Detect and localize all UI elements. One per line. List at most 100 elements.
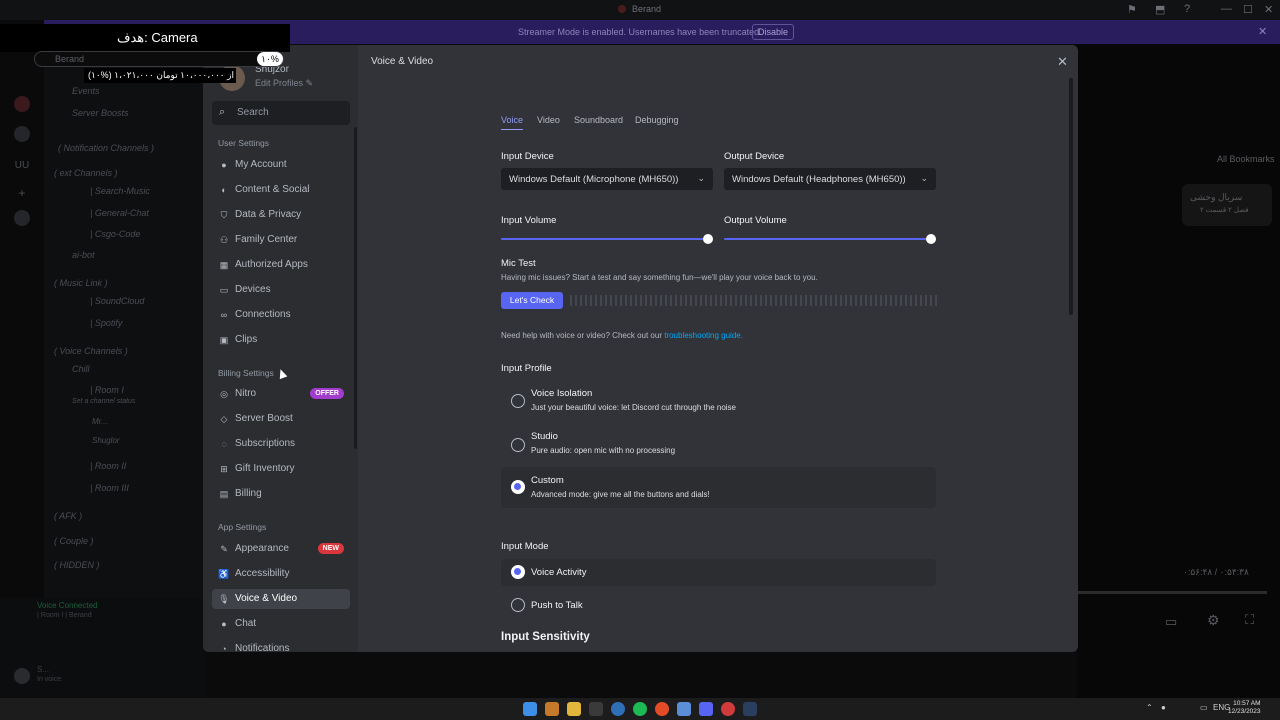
server-icon[interactable]: UU <box>14 158 30 174</box>
server-icon[interactable] <box>14 126 30 142</box>
discord-icon[interactable] <box>699 702 713 716</box>
channel-item[interactable]: | Csgo-Code <box>90 229 140 239</box>
channel-item[interactable]: | Spotify <box>90 318 122 328</box>
channel-item[interactable]: | General-Chat <box>90 208 149 218</box>
sidebar-item-voice-video[interactable]: 🎙 Voice & Video <box>212 589 350 609</box>
input-volume-slider[interactable] <box>501 234 713 244</box>
media-progress[interactable] <box>1077 591 1267 594</box>
channel-item[interactable]: Server Boosts <box>72 108 129 118</box>
sidebar-item-chat[interactable]: ● Chat <box>212 614 350 634</box>
server-icon[interactable] <box>14 96 30 112</box>
dismiss-banner-icon[interactable]: ✕ <box>1258 25 1267 38</box>
sidebar-item-content-social[interactable]: ◐ Content & Social <box>212 180 350 200</box>
sidebar-item-my-account[interactable]: ● My Account <box>212 155 350 175</box>
app-icon[interactable] <box>611 702 625 716</box>
output-volume-slider[interactable] <box>724 234 936 244</box>
radio-button-selected[interactable] <box>511 480 525 494</box>
download-icon[interactable]: ⬒ <box>1155 3 1165 16</box>
edit-profiles-link[interactable]: Edit Profiles ✎ <box>255 78 313 89</box>
sidebar-item-subscriptions[interactable]: ◌ Subscriptions <box>212 434 350 454</box>
maximize-icon[interactable]: ☐ <box>1243 3 1253 16</box>
user-avatar[interactable] <box>14 668 30 684</box>
app-icon[interactable] <box>589 702 603 716</box>
channel-item[interactable]: | SoundCloud <box>90 296 144 306</box>
profile-option-custom[interactable]: Custom Advanced mode: give me all the bu… <box>501 467 936 508</box>
channel-category[interactable]: ( AFK ) <box>54 511 82 521</box>
sidebar-item-devices[interactable]: ▭ Devices <box>212 280 350 300</box>
channel-category[interactable]: ( Music Link ) <box>54 278 108 288</box>
settings-search-input[interactable]: ⌕ Search <box>212 101 350 125</box>
output-device-select[interactable]: Windows Default (Headphones (MH650)) ⌄ <box>724 168 936 190</box>
radio-button[interactable] <box>511 438 525 452</box>
channel-status[interactable]: Set a channel status <box>72 398 135 405</box>
slider-knob[interactable] <box>926 234 936 244</box>
media-card[interactable]: سریال وحشی فصل ۲ قسمت ۲ <box>1182 184 1272 226</box>
sidebar-item-notifications[interactable]: ◔ Notifications <box>212 639 350 652</box>
mic-tray-icon[interactable]: ● <box>1161 703 1166 712</box>
sidebar-item-server-boost[interactable]: ◇ Server Boost <box>212 409 350 429</box>
all-bookmarks[interactable]: All Bookmarks <box>1217 154 1275 164</box>
input-device-select[interactable]: Windows Default (Microphone (MH650)) ⌄ <box>501 168 713 190</box>
steam-icon[interactable] <box>743 702 757 716</box>
sidebar-item-clips[interactable]: ▣ Clips <box>212 330 350 350</box>
channel-category[interactable]: ( Notification Channels ) <box>58 143 154 153</box>
radio-button[interactable] <box>511 394 525 408</box>
lets-check-button[interactable]: Let's Check <box>501 292 563 309</box>
profile-option-voice-isolation[interactable]: Voice Isolation Just your beautiful voic… <box>501 381 936 421</box>
close-icon[interactable]: ✕ <box>1057 54 1068 70</box>
app-icon[interactable] <box>721 702 735 716</box>
sidebar-item-nitro[interactable]: ◎ Nitro OFFER <box>212 384 350 404</box>
chevron-up-icon[interactable]: ⌃ <box>1146 703 1153 712</box>
sidebar-scrollbar[interactable] <box>354 127 357 449</box>
sidebar-item-data-privacy[interactable]: ⛉ Data & Privacy <box>212 205 350 225</box>
channel-category[interactable]: ( Voice Channels ) <box>54 346 128 356</box>
add-server-icon[interactable]: + <box>14 185 30 201</box>
file-explorer-icon[interactable] <box>567 702 581 716</box>
sidebar-item-appearance[interactable]: ✎ Appearance NEW <box>212 539 350 559</box>
voice-channel[interactable]: | Room I <box>90 385 124 395</box>
channel-item[interactable]: | Search-Music <box>90 186 150 196</box>
radio-button[interactable] <box>511 598 525 612</box>
slider-knob[interactable] <box>703 234 713 244</box>
profile-option-studio[interactable]: Studio Pure audio: open mic with no proc… <box>501 425 936 465</box>
network-icon[interactable]: ▭ <box>1200 703 1208 712</box>
sidebar-item-family-center[interactable]: ⚇ Family Center <box>212 230 350 250</box>
mode-option-voice-activity[interactable]: Voice Activity <box>501 559 936 586</box>
sidebar-item-authorized-apps[interactable]: ▦ Authorized Apps <box>212 255 350 275</box>
radio-button-selected[interactable] <box>511 565 525 579</box>
app-icon[interactable] <box>677 702 691 716</box>
settings-icon[interactable]: ⚙ <box>1207 612 1220 629</box>
minimize-icon[interactable]: — <box>1221 3 1232 15</box>
voice-user[interactable]: Mr... <box>92 417 108 426</box>
help-icon[interactable]: ? <box>1184 3 1190 15</box>
disable-streamer-button[interactable]: Disable <box>752 24 795 40</box>
sidebar-item-connections[interactable]: ∞ Connections <box>212 305 350 325</box>
subtitles-icon[interactable]: ▭ <box>1165 614 1177 630</box>
tab-video[interactable]: Video <box>537 115 560 125</box>
troubleshooting-link[interactable]: troubleshooting guide. <box>664 331 743 340</box>
channel-category[interactable]: ( Couple ) <box>54 536 94 546</box>
chrome-icon[interactable] <box>655 702 669 716</box>
tab-debugging[interactable]: Debugging <box>635 115 679 125</box>
fullscreen-icon[interactable]: ⛶ <box>1245 612 1254 628</box>
voice-channel[interactable]: | Room III <box>90 483 129 493</box>
close-window-icon[interactable]: ✕ <box>1264 3 1273 16</box>
sidebar-item-accessibility[interactable]: ♿ Accessibility <box>212 564 350 584</box>
channel-item[interactable]: Events <box>72 86 100 96</box>
voice-user[interactable]: Shuglor <box>92 436 120 445</box>
spotify-icon[interactable] <box>633 702 647 716</box>
channel-item[interactable]: Chill <box>72 364 90 374</box>
inbox-icon[interactable]: ⚑ <box>1127 3 1137 16</box>
content-scrollbar[interactable] <box>1069 78 1073 315</box>
explore-icon[interactable] <box>14 210 30 226</box>
channel-category[interactable]: ( ext Channels ) <box>54 168 118 178</box>
sidebar-item-billing[interactable]: ▤ Billing <box>212 484 350 504</box>
channel-category[interactable]: ( HIDDEN ) <box>54 560 100 570</box>
taskbar-clock[interactable]: 10:57 AM 12/23/2023 <box>1228 700 1261 716</box>
mode-option-push-to-talk[interactable]: Push to Talk <box>501 592 936 619</box>
sidebar-item-gift-inventory[interactable]: ⊞ Gift Inventory <box>212 459 350 479</box>
voice-channel[interactable]: | Room II <box>90 461 126 471</box>
start-icon[interactable] <box>523 702 537 716</box>
channel-item[interactable]: ai-bot <box>72 250 95 260</box>
app-icon[interactable] <box>545 702 559 716</box>
